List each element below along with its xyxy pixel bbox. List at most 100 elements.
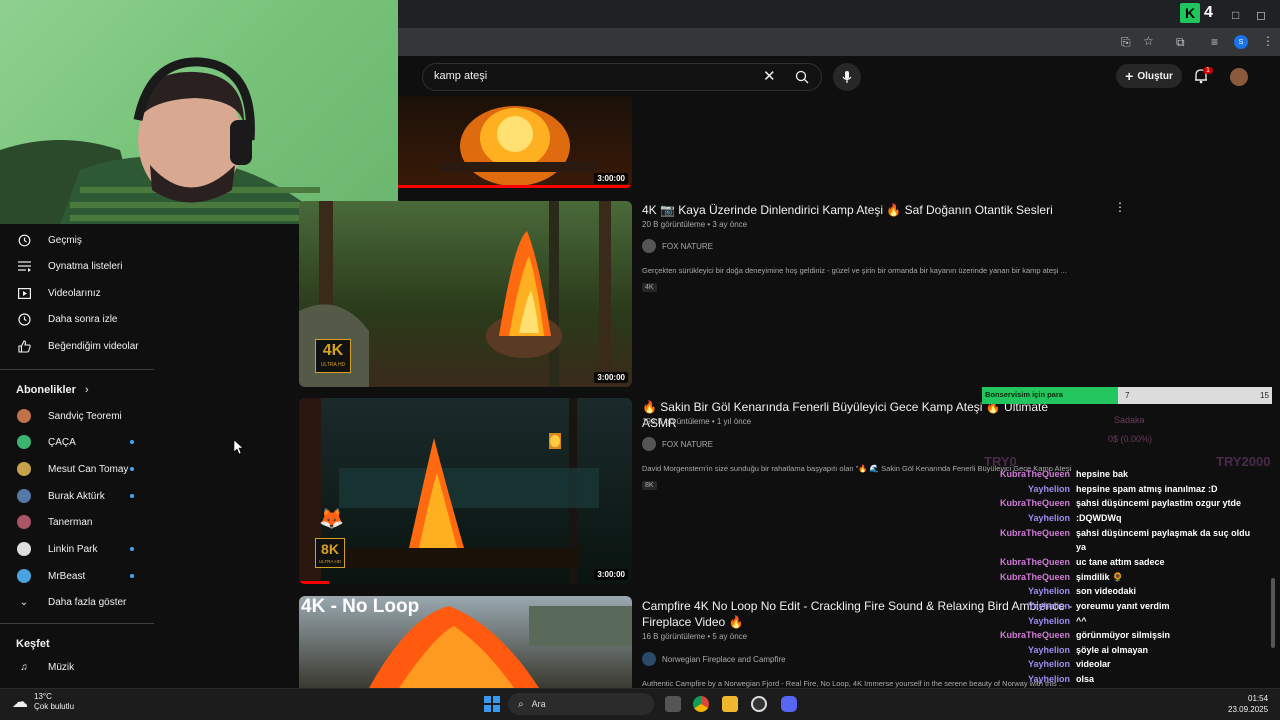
chat-username	[960, 540, 1076, 555]
file-explorer-icon[interactable]	[722, 696, 738, 712]
watch-progress-bar	[299, 581, 329, 584]
sidebar-item-your-videos[interactable]: Videolarınız	[0, 280, 156, 306]
bookmark-star-icon[interactable]: ☆	[1143, 34, 1154, 48]
donation-goal-target: 15	[1260, 391, 1269, 400]
taskbar-search[interactable]: ⌕ Ara	[508, 693, 654, 715]
chat-scrollbar[interactable]	[1271, 578, 1275, 648]
sidebar-sub-linkin-park[interactable]: Linkin Park	[0, 536, 156, 562]
chat-text: şimdilik 🌻	[1076, 571, 1124, 582]
donation-goal-label: Bonservisim için para	[985, 390, 1063, 399]
media-control-icon[interactable]: ≡	[1211, 35, 1218, 49]
new-content-dot	[130, 494, 134, 498]
video-duration: 3:00:00	[594, 372, 628, 383]
chat-username: KubraTheQueen	[999, 469, 1070, 479]
more-options-icon[interactable]: ⋮	[1114, 200, 1126, 214]
channel-link[interactable]: FOX NATURE	[642, 437, 713, 451]
chat-message: Yayhelion son videodaki	[960, 584, 1270, 599]
video-description: Gerçekten sürükleyici bir doğa deneyimin…	[642, 266, 1067, 275]
search-icon	[795, 70, 809, 84]
obs-icon[interactable]	[751, 696, 767, 712]
sidebar-sub-sandvic-teoremi[interactable]: Sandviç Teoremi	[0, 403, 156, 429]
explore-heading: Keşfet	[16, 638, 50, 650]
clear-search-icon[interactable]: ✕	[763, 67, 776, 85]
webcam-overlay	[0, 0, 398, 224]
video-meta: 16 B görüntüleme • 5 ay önce	[642, 632, 748, 641]
chat-text: ^^	[1076, 615, 1087, 626]
extension-logo[interactable]: K	[1180, 3, 1200, 23]
video-thumbnail[interactable]: 3:00:00	[398, 96, 632, 188]
sidebar-item-playlists[interactable]: Oynatma listeleri	[0, 253, 156, 279]
task-view-icon[interactable]	[665, 696, 681, 712]
new-content-dot	[130, 574, 134, 578]
video-title[interactable]: 4K 📷 Kaya Üzerinde Dinlendirici Kamp Ate…	[642, 202, 1082, 218]
chat-text: son videodaki	[1076, 586, 1137, 597]
extension-badge: 4	[1204, 4, 1213, 21]
watch-progress-bar	[398, 185, 632, 188]
sidebar-sub-tanerman[interactable]: Tanerman	[0, 509, 156, 535]
chrome-icon[interactable]	[693, 696, 709, 712]
chat-message: Yayhelion hepsine spam atmış inanılmaz :D	[960, 482, 1270, 497]
video-meta: 20 B görüntüleme • 3 ay önce	[642, 220, 748, 229]
lakeside-campfire-image	[299, 398, 599, 584]
sidebar-item-label: Beğendiğim videolar	[48, 340, 139, 352]
video-thumbnail[interactable]: 4K ULTRA HD 3:00:00	[299, 201, 632, 387]
sidebar-sub-burak-akturk[interactable]: Burak Aktürk	[0, 483, 156, 509]
video-duration: 3:00:00	[594, 173, 628, 184]
new-content-dot	[130, 467, 134, 471]
chat-username: Yayhelion	[1027, 600, 1070, 611]
chat-text: olsa	[1076, 674, 1095, 685]
restore-icon[interactable]: ◻	[1256, 8, 1266, 22]
video-thumbnail[interactable]: 4K - No Loop	[299, 596, 632, 688]
chat-message: Yayhelion yoreumu yanıt verdim	[960, 599, 1270, 614]
sidebar-item-music[interactable]: ♫ Müzik	[0, 654, 156, 680]
notification-count-badge: 1	[1203, 67, 1213, 74]
clock-date: 23.09.2025	[1228, 705, 1269, 714]
sidebar-sub-mesut-can-tomay[interactable]: Mesut Can Tomay	[0, 456, 156, 482]
video-meta: 193 B görüntüleme • 1 yıl önce	[642, 417, 752, 426]
search-button[interactable]	[782, 63, 822, 91]
profile-avatar[interactable]: S	[1234, 35, 1248, 49]
mouse-cursor	[234, 440, 244, 454]
channel-avatar	[642, 652, 656, 666]
channel-link[interactable]: FOX NATURE	[642, 239, 713, 253]
chat-message: KubraTheQueen şimdilik 🌻	[960, 570, 1270, 585]
cast-icon[interactable]: ⎘	[1121, 35, 1131, 50]
chat-username: Yayhelion	[1027, 615, 1070, 626]
new-content-dot	[130, 547, 134, 551]
subscriptions-heading[interactable]: Abonelikler ›	[16, 384, 89, 396]
discord-icon[interactable]	[781, 696, 797, 712]
chat-text: :DQWDWq	[1076, 512, 1122, 523]
sidebar-item-label: Oynatma listeleri	[48, 260, 123, 272]
create-button[interactable]: + Oluştur	[1116, 64, 1182, 88]
menu-kebab-icon[interactable]: ⋮	[1262, 34, 1274, 48]
sadaka-value: 0$ (0.00%)	[1108, 434, 1153, 444]
sidebar-item-liked-videos[interactable]: Beğendiğim videolar	[0, 333, 156, 359]
sidebar-item-label: Tanerman	[48, 516, 93, 528]
minimize-icon[interactable]: □	[1232, 8, 1239, 22]
extensions-icon[interactable]: ⧉	[1176, 35, 1185, 50]
avatar	[17, 515, 31, 529]
weather-widget[interactable]: ☁ 13°C Çok bulutlu	[12, 692, 74, 712]
chat-message: KubraTheQueen görünmüyor silmişsin	[960, 628, 1270, 643]
sidebar-sub-caca[interactable]: ÇAÇA	[0, 429, 156, 455]
chat-text: ya	[1076, 542, 1087, 553]
voice-search-button[interactable]	[833, 63, 861, 91]
sadaka-label: Sadaka	[1114, 415, 1145, 425]
chat-username: Yayhelion	[1027, 512, 1070, 523]
chat-message: KubraTheQueen şahsi düşüncemi paylastim o…	[960, 496, 1270, 511]
search-icon: ⌕	[518, 698, 524, 710]
start-button[interactable]	[484, 696, 500, 712]
sidebar-item-history[interactable]: Geçmiş	[0, 227, 156, 253]
channel-link[interactable]: Norwegian Fireplace and Campfire	[642, 652, 786, 666]
plus-icon: +	[1125, 68, 1134, 84]
chat-message: KubraTheQueen hepsine bak	[960, 467, 1270, 482]
sidebar-sub-mrbeast[interactable]: MrBeast	[0, 563, 156, 589]
avatar	[17, 409, 31, 423]
chat-text: hepsine spam atmış inanılmaz :D	[1076, 483, 1218, 494]
video-thumbnail[interactable]: 🦊 8K ULTRA HD 3:00:00	[299, 398, 632, 584]
chat-text: videolar	[1076, 659, 1111, 670]
show-more-button[interactable]: ⌄ Daha fazla göster	[0, 589, 156, 615]
sidebar-item-watch-later[interactable]: Daha sonra izle	[0, 306, 156, 332]
account-avatar[interactable]	[1230, 68, 1248, 86]
chat-message: KubraTheQueen uc tane attım sadece	[960, 555, 1270, 570]
